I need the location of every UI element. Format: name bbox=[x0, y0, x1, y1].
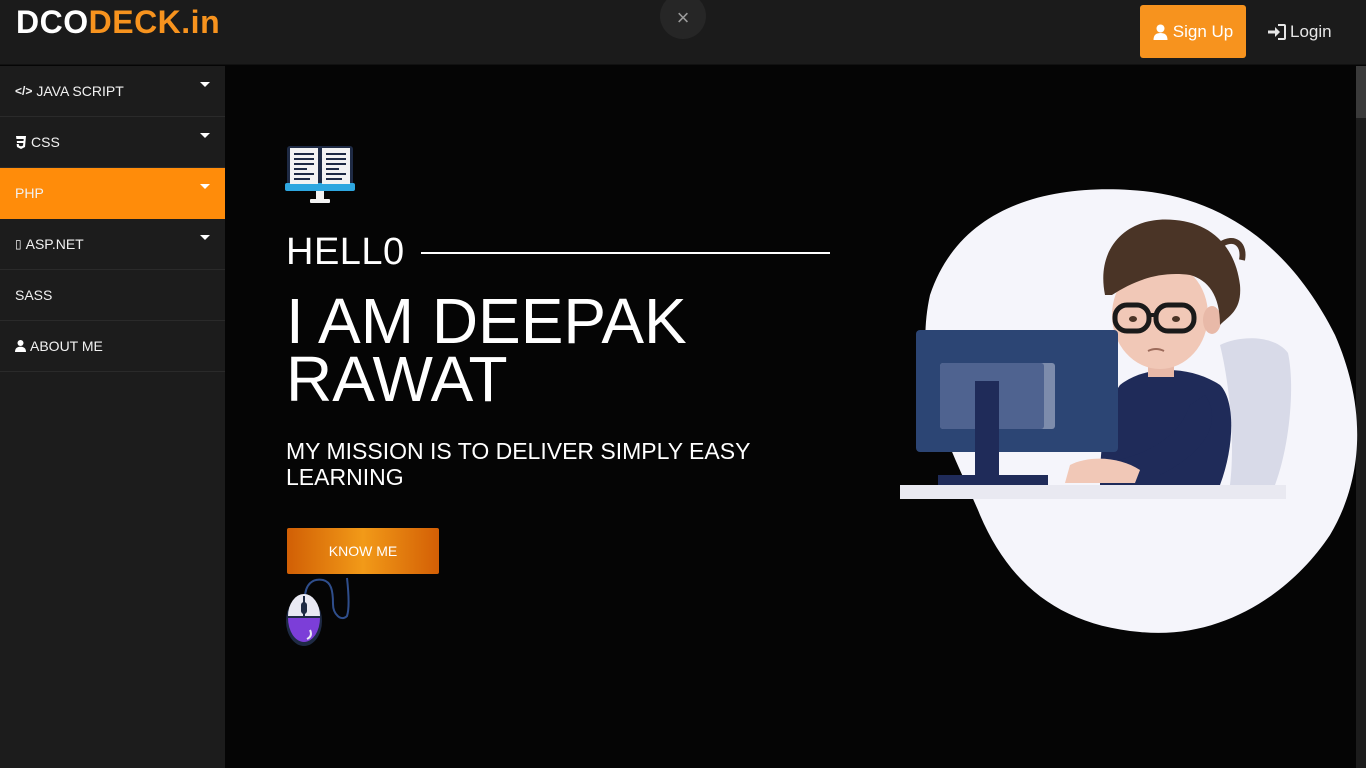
caret-down-icon bbox=[200, 133, 210, 138]
login-link[interactable]: Login bbox=[1268, 5, 1332, 58]
book-monitor-icon bbox=[285, 146, 355, 203]
sidebar-item-javascript[interactable]: </> JAVA SCRIPT bbox=[0, 66, 225, 117]
sign-in-icon bbox=[1268, 23, 1286, 40]
sidebar-item-label: JAVA SCRIPT bbox=[36, 83, 124, 99]
close-icon: × bbox=[676, 5, 690, 30]
mission-statement: MY MISSION IS TO DELIVER SIMPLY EASY LEA… bbox=[286, 438, 750, 490]
scrollbar-thumb[interactable] bbox=[1356, 66, 1366, 118]
sidebar-item-label: ABOUT ME bbox=[30, 338, 103, 354]
hello-divider-line bbox=[421, 252, 830, 254]
sidebar-item-label: SASS bbox=[15, 287, 53, 303]
code-icon: </> bbox=[15, 84, 33, 98]
login-label: Login bbox=[1290, 21, 1332, 41]
sidebar-item-label: ASP.NET bbox=[25, 236, 84, 252]
logo-text-orange: DECK.in bbox=[88, 4, 221, 40]
logo-text-white: DCO bbox=[16, 4, 89, 40]
sidebar-item-label: CSS bbox=[31, 134, 60, 150]
sign-up-button[interactable]: Sign Up bbox=[1140, 5, 1246, 58]
know-me-button[interactable]: KNOW ME bbox=[287, 528, 439, 574]
caret-down-icon bbox=[200, 235, 210, 240]
hello-heading: HELL0 bbox=[286, 231, 405, 273]
caret-down-icon bbox=[200, 82, 210, 87]
computer-mouse-icon bbox=[286, 577, 350, 646]
developer-illustration bbox=[900, 189, 1358, 633]
hero-name-heading: I AM DEEPAK RAWAT bbox=[286, 285, 687, 415]
caret-down-icon bbox=[200, 184, 210, 189]
sidebar-item-css[interactable]: CSS bbox=[0, 117, 225, 168]
sidebar-item-php[interactable]: PHP bbox=[0, 168, 225, 219]
missing-glyph-icon: ▯ bbox=[15, 237, 22, 251]
close-button[interactable]: × bbox=[660, 0, 706, 39]
sidebar-item-about-me[interactable]: ABOUT ME bbox=[0, 321, 225, 372]
sidebar-nav: </> JAVA SCRIPT CSS PHP ▯ ASP.NET SASS A… bbox=[0, 66, 225, 768]
user-icon bbox=[1153, 24, 1168, 40]
sidebar-item-label: PHP bbox=[15, 185, 44, 201]
sidebar-item-sass[interactable]: SASS bbox=[0, 270, 225, 321]
user-icon bbox=[15, 340, 26, 352]
site-logo[interactable]: DCODECK.in bbox=[16, 4, 220, 41]
css3-icon bbox=[16, 135, 26, 149]
top-navbar: DCODECK.in × Sign Up Login bbox=[0, 0, 1366, 65]
sign-up-label: Sign Up bbox=[1172, 21, 1234, 41]
sidebar-item-aspnet[interactable]: ▯ ASP.NET bbox=[0, 219, 225, 270]
